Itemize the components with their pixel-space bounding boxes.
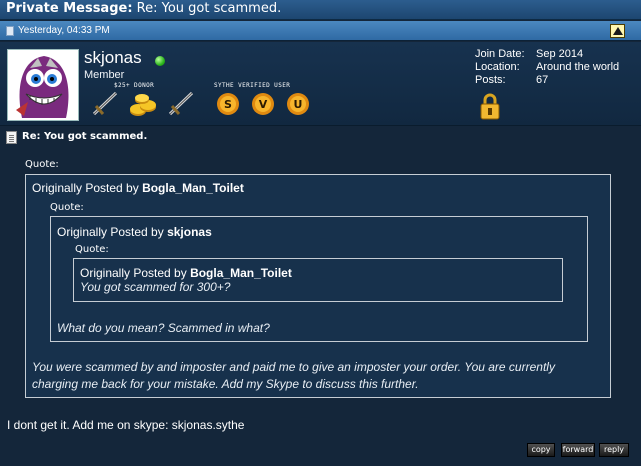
quote-box-inner: Originally Posted by Bogla_Man_Toilet Yo… xyxy=(73,258,563,302)
quote-attribution: Originally Posted by Bogla_Man_Toilet xyxy=(80,266,292,280)
quote-text: You were scammed by and imposter and pai… xyxy=(32,360,555,391)
join-date-label: Join Date: xyxy=(475,48,525,60)
verified-s-badge-icon: S xyxy=(217,93,239,115)
quote-label: Quote: xyxy=(25,159,59,170)
verified-v-badge-icon: V xyxy=(252,93,274,115)
quote-label: Quote: xyxy=(75,244,109,255)
quote-box-outer: Originally Posted by Bogla_Man_Toilet Qu… xyxy=(25,174,611,398)
verified-badge-label: SYTHE VERIFIED USER xyxy=(214,82,291,89)
post-icon xyxy=(6,26,14,36)
user-title: Member xyxy=(84,69,125,81)
quote-label: Quote: xyxy=(50,202,84,213)
title-bar: Private Message: Re: You got scammed. xyxy=(0,0,641,20)
reply-button[interactable]: reply xyxy=(599,443,629,457)
quote-author[interactable]: Bogla_Man_Toilet xyxy=(142,181,244,195)
post-timestamp: Yesterday, 04:33 PM xyxy=(18,25,110,36)
window-title: Private Message: Re: You got scammed. xyxy=(6,1,282,16)
location-label: Location: xyxy=(475,61,520,73)
sword-icon xyxy=(168,91,194,116)
gold-coins-icon xyxy=(130,94,156,116)
quote-author[interactable]: Bogla_Man_Toilet xyxy=(190,266,292,280)
quote-text: What do you mean? Scammed in what? xyxy=(57,321,270,335)
verified-u-badge-icon: U xyxy=(287,93,309,115)
quote-attribution: Originally Posted by Bogla_Man_Toilet xyxy=(32,181,244,195)
post-date-bar: Yesterday, 04:33 PM xyxy=(0,21,641,41)
copy-button[interactable]: copy xyxy=(527,443,555,457)
avatar[interactable] xyxy=(7,49,79,121)
donor-badge-label: $25+ DONOR xyxy=(114,82,155,89)
quote-box-middle: Originally Posted by skjonas Quote: Orig… xyxy=(50,216,588,342)
svg-text:S: S xyxy=(224,98,232,111)
location-value: Around the world xyxy=(536,61,620,73)
join-date-value: Sep 2014 xyxy=(536,48,584,60)
sword-icon xyxy=(92,91,118,116)
username[interactable]: skjonas xyxy=(84,48,142,68)
post-message: I dont get it. Add me on skype: skjonas.… xyxy=(7,418,245,432)
user-info-bar: skjonas Member $25+ DONOR SYTHE VERIFIED… xyxy=(0,42,641,126)
svg-text:V: V xyxy=(259,98,268,111)
report-post-icon[interactable] xyxy=(610,24,625,38)
posts-value: 67 xyxy=(536,74,549,86)
user-stats: Join Date: Sep 2014 Location: Around the w… xyxy=(475,48,619,87)
quote-attribution: Originally Posted by skjonas xyxy=(57,225,212,239)
posts-label: Posts: xyxy=(475,74,506,86)
quote-text: You got scammed for 300+? xyxy=(80,280,231,294)
post-document-icon xyxy=(6,131,17,144)
lock-icon xyxy=(480,93,500,120)
online-status-icon xyxy=(155,56,165,66)
svg-text:U: U xyxy=(294,98,303,111)
quote-author[interactable]: skjonas xyxy=(167,225,212,239)
post-subject: Re: You got scammed. xyxy=(22,131,148,142)
forward-button[interactable]: forward xyxy=(561,443,595,457)
